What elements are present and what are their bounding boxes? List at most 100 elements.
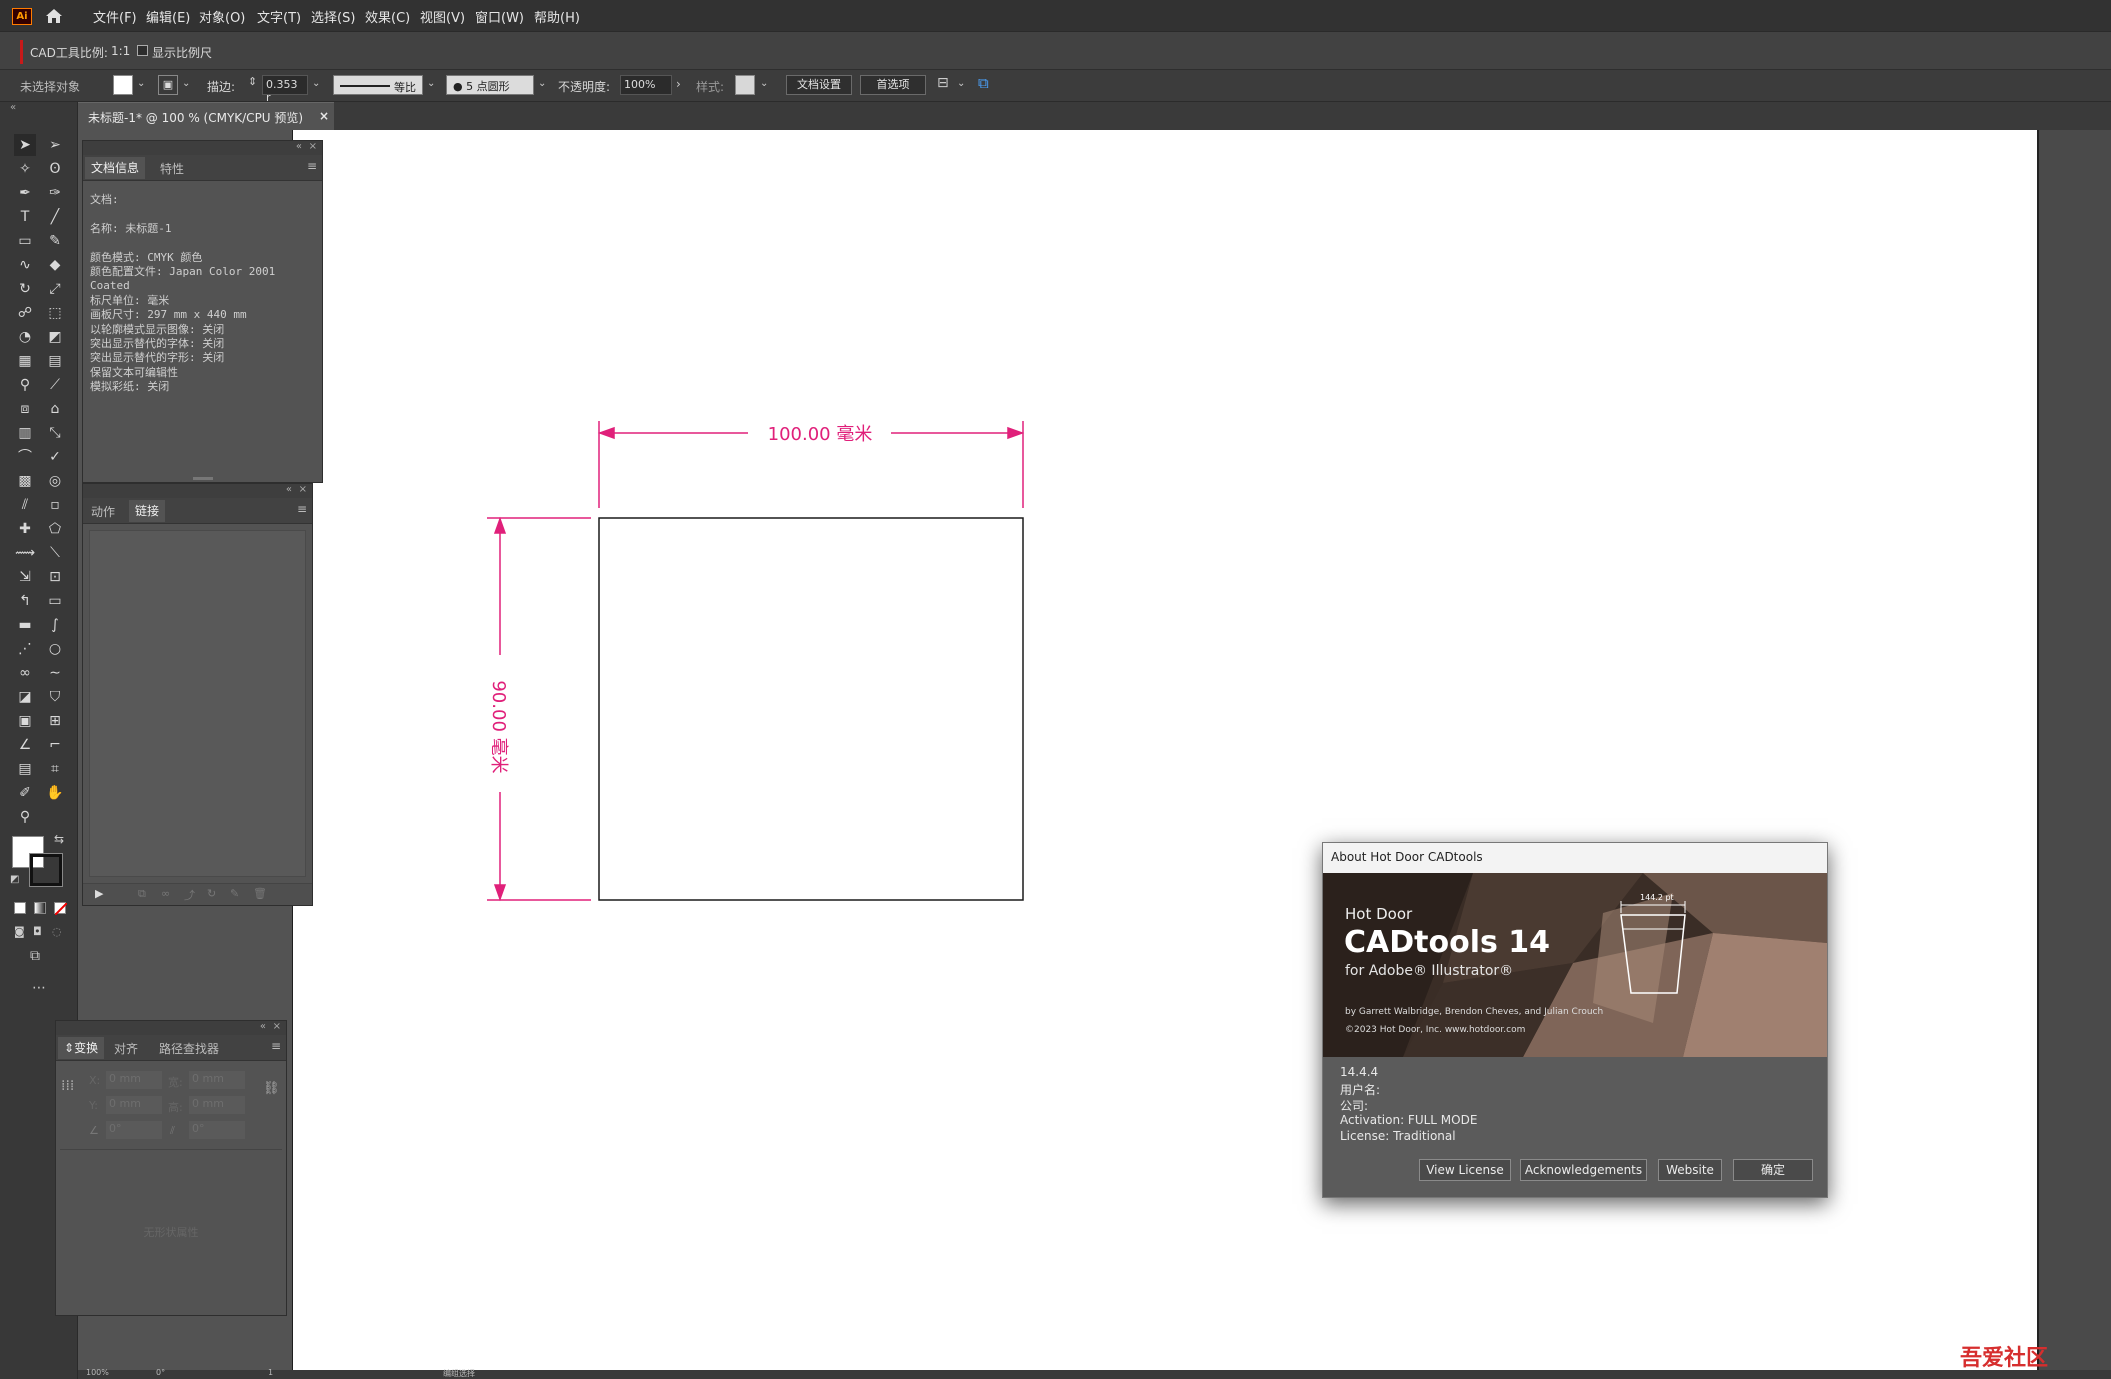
reference-point-icon[interactable]: ⁞⁞⁞ (61, 1078, 74, 1094)
paintbrush-icon[interactable]: ✎ (44, 230, 66, 252)
document-tab[interactable]: 未标题-1* @ 100 % (CMYK/CPU 预览) × (78, 102, 334, 130)
chevron-down-icon[interactable]: ⌄ (760, 78, 768, 89)
cad-select-icon[interactable]: ⇲ (14, 566, 36, 588)
rotate-angle-input[interactable]: 0° (106, 1121, 162, 1139)
cad-arc-icon[interactable]: ⌒ (14, 446, 36, 468)
height-input[interactable]: 0 mm (189, 1096, 245, 1114)
close-icon[interactable]: × (299, 484, 307, 495)
panel-menu-icon[interactable]: ≡ (307, 159, 317, 173)
close-icon[interactable]: × (309, 141, 317, 152)
swap-colors-icon[interactable]: ⇆ (54, 832, 64, 846)
rectangle-tool-icon[interactable]: ▭ (14, 230, 36, 252)
show-scale-checkbox[interactable] (137, 45, 148, 56)
chevron-down-icon[interactable]: ⌄ (427, 78, 435, 89)
rotate-tool-icon[interactable]: ↻ (14, 278, 36, 300)
shape-builder-icon[interactable]: ◔ (14, 326, 36, 348)
cad-wave-icon[interactable]: ∼ (44, 662, 66, 684)
mesh-tool-icon[interactable]: ▦ (14, 350, 36, 372)
cad-corner-icon[interactable]: ⌐ (44, 734, 66, 756)
tab-pathfinder[interactable]: 路径查找器 (159, 1040, 219, 1057)
cad-fillet-icon[interactable]: ↰ (14, 590, 36, 612)
chevron-right-icon[interactable]: › (676, 77, 681, 91)
menu-file[interactable]: 文件(F) (93, 7, 137, 26)
cad-node-icon[interactable]: ⋰ (14, 638, 36, 660)
more-tools-icon[interactable]: ⋯ (32, 980, 46, 996)
menu-select[interactable]: 选择(S) (311, 7, 355, 26)
stroke-profile-select[interactable]: 等比 (333, 75, 423, 95)
x-input[interactable]: 0 mm (106, 1071, 162, 1089)
chevron-down-icon[interactable]: ⌄ (538, 78, 546, 89)
ok-button[interactable]: 确定 (1733, 1159, 1813, 1181)
cad-label-icon[interactable]: ✓ (44, 446, 66, 468)
warp-tool-icon[interactable]: ☍ (14, 302, 36, 324)
cad-ruler-icon[interactable]: ▬ (14, 614, 36, 636)
collapse-icon[interactable]: « (286, 484, 292, 495)
website-button[interactable]: Website (1658, 1159, 1722, 1181)
measure-tool-icon[interactable]: ⟋ (44, 374, 66, 396)
pen-tool-icon[interactable]: ✒ (14, 182, 36, 204)
menu-type[interactable]: 文字(T) (257, 7, 301, 26)
color-mode-icon[interactable] (14, 902, 26, 914)
constrain-proportions-icon[interactable]: ⛓ (263, 1081, 280, 1096)
relink-cc-icon[interactable]: ⧉ (138, 887, 146, 901)
menu-help[interactable]: 帮助(H) (534, 7, 580, 26)
rotation-angle[interactable]: 0° (156, 1368, 165, 1377)
magic-wand-icon[interactable]: ✧ (14, 158, 36, 180)
gradient-tool-icon[interactable]: ▤ (44, 350, 66, 372)
height-dimension-label[interactable]: 90.00 毫米 (487, 662, 513, 792)
rectangle-shape[interactable] (598, 517, 1024, 901)
arrange-icon[interactable]: ⊟ (937, 75, 949, 91)
line-tool-icon[interactable]: ╱ (44, 206, 66, 228)
link-icon[interactable]: ∞ (161, 887, 170, 900)
cad-point-icon[interactable]: ✚ (14, 518, 36, 540)
stroke-swatch[interactable]: ▣ (158, 75, 178, 95)
hand-tool-icon[interactable]: ✋ (44, 782, 66, 804)
draw-behind-icon[interactable]: ◘ (33, 925, 42, 938)
collapse-icon[interactable]: « (296, 141, 302, 152)
close-icon[interactable]: × (273, 1021, 281, 1032)
links-list[interactable] (89, 530, 306, 877)
none-mode-icon[interactable] (54, 902, 68, 916)
tab-links[interactable]: 链接 (129, 500, 166, 522)
draw-normal-icon[interactable]: ◙ (14, 925, 25, 938)
update-link-icon[interactable]: ↻ (207, 887, 216, 900)
tab-transform[interactable]: ⇕变换 (58, 1037, 105, 1059)
cad-fill-icon[interactable]: ◪ (14, 686, 36, 708)
screen-mode-icon[interactable]: ⧉ (30, 948, 40, 964)
trash-icon[interactable]: 🗑 (253, 887, 267, 900)
cad-hatch-icon[interactable]: ⫽ (14, 494, 36, 516)
cad-link-icon[interactable]: ∞ (14, 662, 36, 684)
cad-slice-icon[interactable]: ⟍ (44, 542, 66, 564)
cad-circle-icon[interactable]: ○ (44, 638, 66, 660)
view-license-button[interactable]: View License (1419, 1159, 1511, 1181)
graph-tool-icon[interactable]: ▥ (14, 422, 36, 444)
opacity-input[interactable]: 100% (620, 75, 672, 95)
eyedropper-icon[interactable]: ⚲ (14, 374, 36, 396)
collapse-icon[interactable]: « (10, 102, 16, 113)
cad-box-icon[interactable]: ▭ (44, 590, 66, 612)
stepper-icon[interactable]: ⇕ (248, 75, 257, 88)
cad-grid-icon[interactable]: ▣ (14, 710, 36, 732)
direct-selection-tool-icon[interactable]: ➢ (44, 134, 66, 156)
preferences-button[interactable]: 首选项 (860, 75, 926, 95)
brush-select[interactable]: ● 5 点圆形 (446, 75, 534, 95)
free-transform-icon[interactable]: ⬚ (44, 302, 66, 324)
artboard-tool-icon[interactable]: ⊞ (44, 710, 66, 732)
lasso-icon[interactable]: ʘ (44, 158, 66, 180)
gradient-mode-icon[interactable] (34, 902, 46, 914)
chevron-down-icon[interactable]: ⌄ (957, 78, 965, 89)
width-input[interactable]: 0 mm (189, 1071, 245, 1089)
chevron-down-icon[interactable]: ⌄ (312, 78, 320, 89)
acknowledgements-button[interactable]: Acknowledgements (1520, 1159, 1647, 1181)
type-tool-icon[interactable]: T (14, 206, 36, 228)
play-icon[interactable]: ▶ (95, 887, 103, 900)
page-number[interactable]: 1 (268, 1368, 273, 1377)
eyedropper-icon[interactable]: ✐ (14, 782, 36, 804)
cad-spiral-icon[interactable]: ◎ (44, 470, 66, 492)
shear-angle-input[interactable]: 0° (189, 1121, 245, 1139)
shaper-tool-icon[interactable]: ∿ (14, 254, 36, 276)
cad-pattern-icon[interactable]: ▩ (14, 470, 36, 492)
collapse-icon[interactable]: « (260, 1021, 266, 1032)
stroke-color-icon[interactable] (29, 853, 63, 887)
share-icon[interactable]: ⧉ (978, 74, 989, 92)
